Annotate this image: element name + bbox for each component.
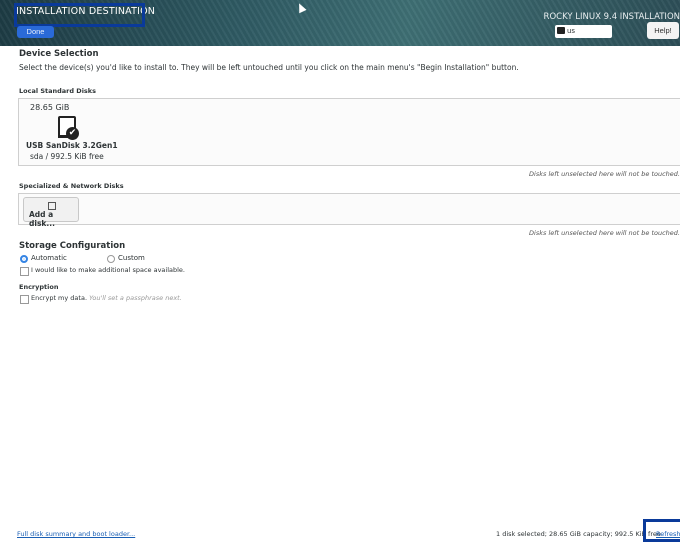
automatic-label: Automatic [31, 254, 67, 262]
full-disk-summary-link[interactable]: Full disk summary and boot loader... [17, 530, 135, 538]
automatic-radio[interactable] [20, 255, 28, 263]
disk-info: sda / 992.5 KiB free [30, 152, 104, 161]
distro-label: ROCKY LINUX 9.4 INSTALLATION [543, 12, 680, 22]
disk-name: USB SanDisk 3.2Gen1 [26, 141, 118, 150]
disk-size: 28.65 GiB [30, 103, 70, 112]
add-disk-label: Add a disk... [29, 210, 55, 228]
done-button[interactable]: Done [17, 26, 54, 38]
add-disk-button[interactable]: Add a disk... [23, 197, 79, 228]
custom-label: Custom [118, 254, 145, 262]
storage-config-heading: Storage Configuration [19, 241, 126, 251]
encrypt-label: Encrypt my data. [31, 294, 88, 302]
additional-space-checkbox[interactable] [20, 267, 29, 276]
custom-radio[interactable] [107, 255, 115, 263]
header-bar: INSTALLATION DESTINATION Done ROCKY LINU… [0, 0, 680, 46]
device-selection-description: Select the device(s) you'd like to insta… [19, 63, 519, 72]
encrypt-label-row: Encrypt my data. You'll set a passphrase… [31, 294, 182, 302]
local-disks-heading: Local Standard Disks [19, 87, 96, 95]
specialized-disks-heading: Specialized & Network Disks [19, 182, 124, 190]
local-disks-panel [18, 98, 680, 166]
keyboard-layout-label: us [567, 27, 576, 35]
untouched-note-2: Disks left unselected here will not be t… [529, 229, 680, 237]
refresh-link[interactable]: Refresh... [656, 530, 680, 538]
help-button[interactable]: Help! [647, 22, 679, 39]
encryption-heading: Encryption [19, 283, 59, 291]
title-highlight-box [14, 3, 145, 27]
encrypt-hint: You'll set a passphrase next. [89, 294, 182, 302]
checkmark-icon: ✔ [66, 127, 79, 140]
add-disk-icon [48, 202, 56, 210]
keyboard-icon [557, 27, 565, 34]
specialized-disks-panel [18, 193, 680, 225]
device-selection-heading: Device Selection [19, 49, 99, 59]
encrypt-checkbox[interactable] [20, 295, 29, 304]
keyboard-layout-indicator[interactable]: us [555, 25, 612, 38]
additional-space-label: I would like to make additional space av… [31, 266, 185, 274]
untouched-note: Disks left unselected here will not be t… [529, 170, 680, 178]
selection-status: 1 disk selected; 28.65 GiB capacity; 992… [496, 530, 661, 538]
